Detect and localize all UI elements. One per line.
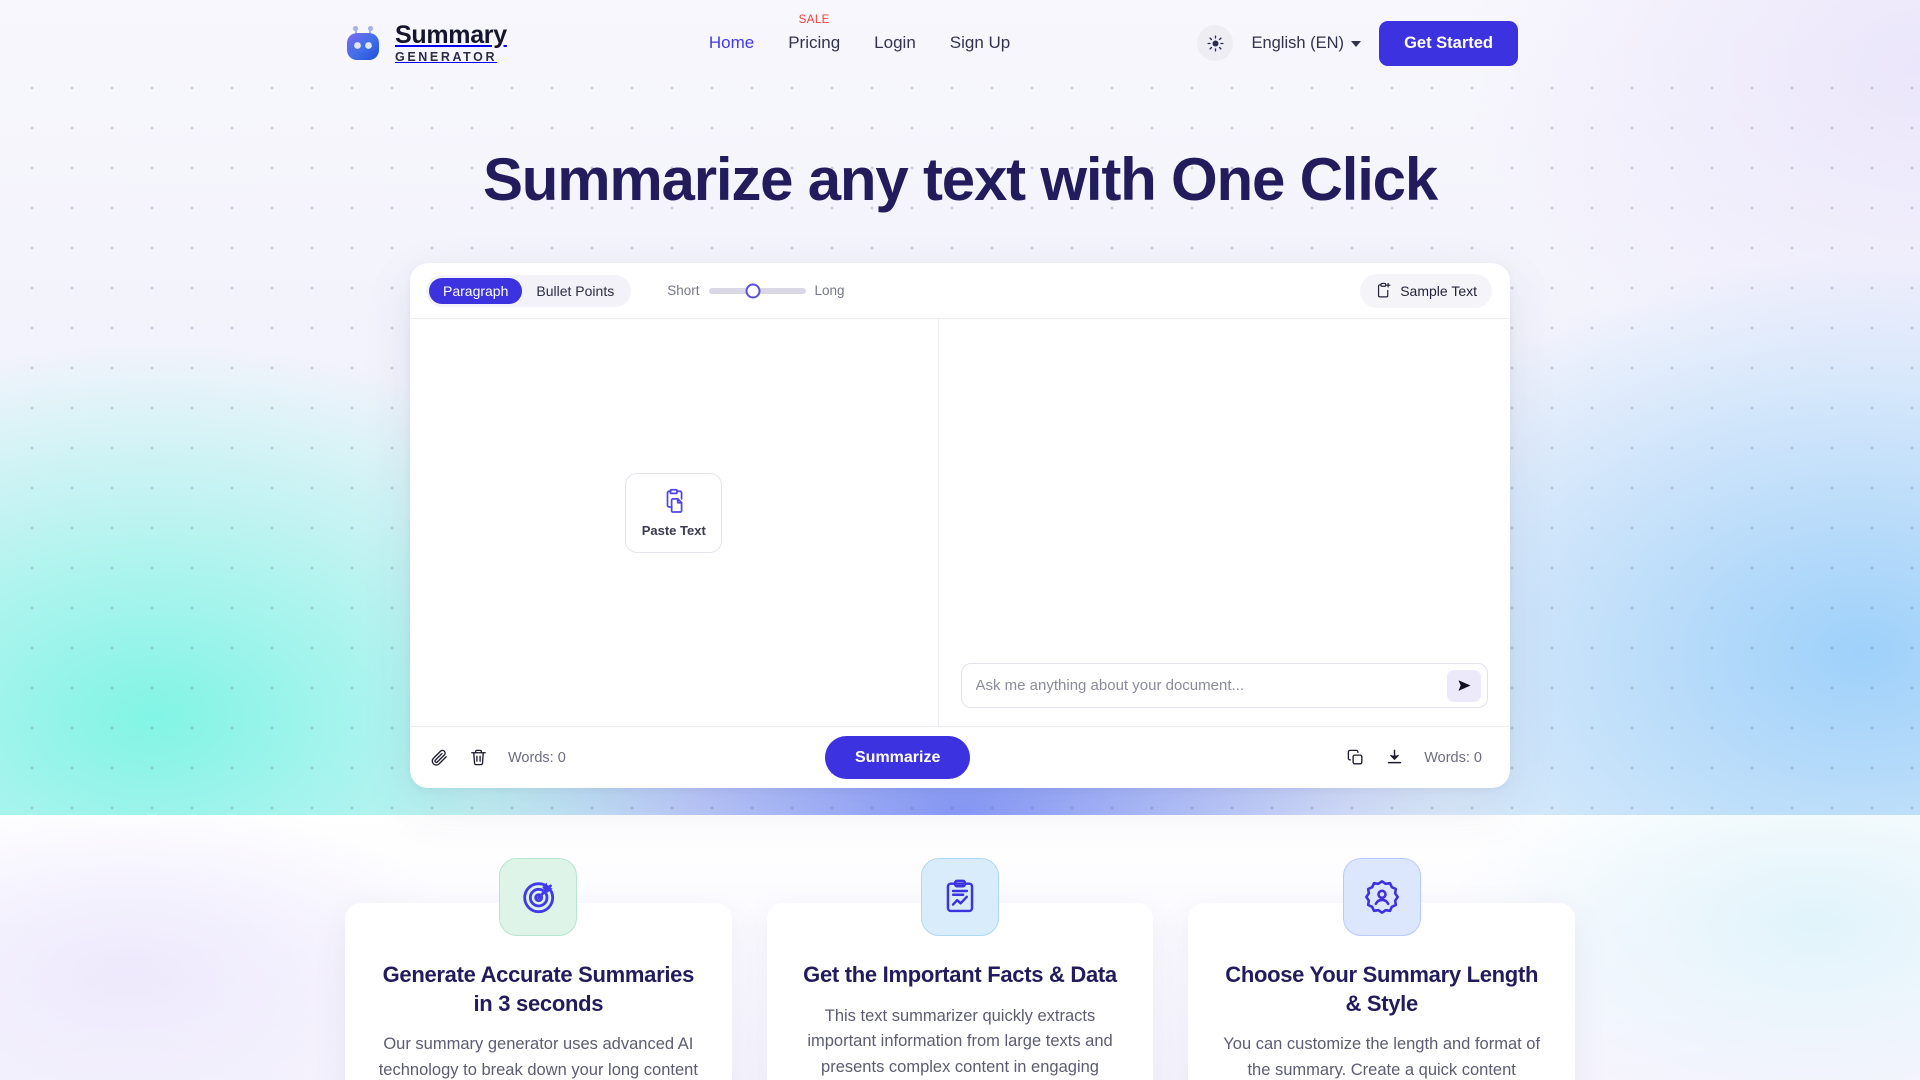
features-section: Generate Accurate Summaries in 3 seconds… — [345, 858, 1576, 1080]
length-max-label: Long — [814, 283, 845, 298]
attach-file-button[interactable] — [430, 748, 449, 767]
sample-text-label: Sample Text — [1400, 282, 1477, 299]
footer-output-controls: Words: 0 — [956, 748, 1510, 767]
nav-item-signup[interactable]: Sign Up — [950, 33, 1010, 53]
summarizer-footer: Words: 0 Summarize Words: 0 — [410, 726, 1510, 788]
feature-card-accuracy: Generate Accurate Summaries in 3 seconds… — [345, 858, 732, 1080]
brand-subtitle: GENERATOR — [395, 49, 498, 64]
paste-text-label: Paste Text — [641, 522, 706, 538]
feature-desc-3: You can customize the length and format … — [1223, 1035, 1541, 1079]
nav-label-home: Home — [708, 33, 755, 52]
brand-logo[interactable]: Summary GENERATOR — [343, 20, 507, 64]
brand-title: Summary — [395, 20, 507, 49]
output-word-count: Words: 0 — [1424, 749, 1482, 766]
get-started-button[interactable]: Get Started — [1379, 20, 1518, 66]
download-button[interactable] — [1385, 748, 1404, 767]
ask-document-input[interactable] — [975, 677, 1447, 694]
clipboard-chart-icon — [946, 879, 974, 913]
nav-label-login: Login — [874, 33, 916, 52]
feature-icon-wrapper-1 — [499, 858, 578, 936]
nav-item-home[interactable]: Home — [709, 33, 754, 53]
page-title: Summarize any text with One Click — [482, 146, 1438, 213]
input-word-count: Words: 0 — [508, 749, 566, 766]
target-icon — [523, 882, 555, 914]
clear-text-button[interactable] — [469, 748, 488, 767]
nav-item-pricing[interactable]: SALE Pricing — [788, 14, 841, 53]
summarizer-card: Paragraph Bullet Points Short Long Sampl… — [410, 263, 1510, 788]
mode-paragraph-button[interactable]: Paragraph — [429, 277, 523, 304]
mode-bullet-points-button[interactable]: Bullet Points — [522, 278, 628, 304]
send-question-button[interactable] — [1447, 669, 1481, 702]
clipboard-paste-icon — [666, 488, 683, 513]
nav-item-login[interactable]: Login — [874, 33, 916, 53]
brand-text: Summary GENERATOR — [395, 20, 507, 64]
header-actions: English (EN) Get Started — [1197, 20, 1518, 66]
sample-text-button[interactable]: Sample Text — [1360, 273, 1492, 308]
input-pane[interactable]: Paste Text — [410, 319, 939, 726]
summarizer-toolbar: Paragraph Bullet Points Short Long Sampl… — [410, 263, 1510, 319]
copy-icon — [1347, 749, 1363, 765]
page-root: Summary GENERATOR Home SALE Pricing Logi… — [0, 0, 1920, 1080]
summary-length-control: Short Long — [667, 283, 845, 298]
output-mode-toggle: Paragraph Bullet Points — [426, 274, 632, 307]
chevron-down-icon — [1351, 41, 1362, 47]
copy-button[interactable] — [1346, 748, 1365, 767]
nav-label-signup: Sign Up — [949, 33, 1011, 52]
robot-logo-icon — [347, 25, 379, 60]
footer-input-controls: Words: 0 Summarize — [410, 727, 971, 788]
trash-icon — [471, 749, 486, 766]
ask-document-bar — [960, 663, 1488, 708]
feature-icon-wrapper-2 — [921, 858, 999, 936]
paste-text-button[interactable]: Paste Text — [625, 472, 723, 553]
output-pane — [939, 319, 1511, 726]
sun-icon — [1207, 34, 1224, 52]
feature-card-facts: Get the Important Facts & Data This text… — [766, 858, 1154, 1080]
site-header: Summary GENERATOR Home SALE Pricing Logi… — [0, 0, 1920, 86]
gear-user-icon — [1364, 880, 1399, 914]
feature-card-style: Choose Your Summary Length & Style You c… — [1188, 858, 1576, 1080]
paperclip-icon — [431, 749, 447, 766]
feature-icon-wrapper-3 — [1342, 858, 1421, 936]
clipboard-plus-icon — [1378, 282, 1391, 298]
feature-title-3: Choose Your Summary Length & Style — [1225, 962, 1539, 1016]
feature-desc-1: Our summary generator uses advanced AI t… — [378, 1035, 698, 1079]
feature-desc-2: This text summarizer quickly extracts im… — [807, 1006, 1113, 1076]
feature-title-1: Generate Accurate Summaries in 3 seconds — [382, 962, 695, 1016]
download-icon — [1388, 749, 1402, 764]
feature-title-2: Get the Important Facts & Data — [803, 962, 1117, 987]
send-icon — [1457, 680, 1471, 691]
length-slider-thumb[interactable] — [745, 283, 761, 298]
sale-badge: SALE — [798, 14, 830, 26]
nav-label-pricing: Pricing — [788, 33, 841, 52]
summarizer-body: Paste Text — [410, 319, 1510, 726]
main-navigation: Home SALE Pricing Login Sign Up — [709, 14, 1010, 53]
length-slider[interactable] — [708, 283, 806, 298]
theme-toggle-button[interactable] — [1197, 25, 1234, 61]
summarize-button[interactable]: Summarize — [825, 736, 971, 779]
language-selector[interactable]: English (EN) — [1251, 33, 1362, 53]
language-label: English (EN) — [1251, 33, 1345, 52]
length-min-label: Short — [667, 283, 700, 298]
